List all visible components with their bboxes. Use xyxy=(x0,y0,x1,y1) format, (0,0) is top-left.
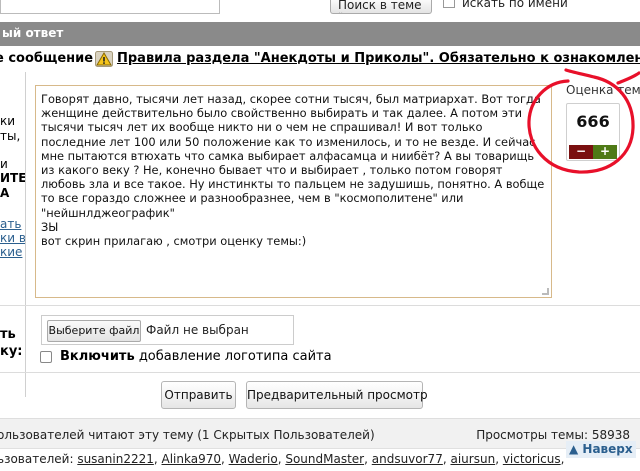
left-link-fragment[interactable]: ать xyxy=(0,217,21,231)
topic-views-text: Просмотры темы: 58938 xyxy=(476,428,630,442)
left-form-labels: ки ты, и ИТЕ А ать ки в кие xyxy=(0,72,25,298)
logo-label-bold: Включить xyxy=(60,349,135,364)
choose-file-button[interactable]: Выберите файл xyxy=(47,320,141,342)
left-fragment: ИТЕ xyxy=(0,171,25,185)
message-last-line: вот скрин прилагаю , смотри оценку темы:… xyxy=(41,234,307,249)
left-fragment: А xyxy=(0,186,10,200)
logo-label-rest: добавление логотипа сайта xyxy=(134,349,332,364)
file-status-text: Файл не выбран xyxy=(146,323,249,337)
user-link[interactable]: andsuvor77 xyxy=(372,452,443,466)
attach-label: ть ку: xyxy=(0,326,23,360)
users-bar: ьзователей: susanin2221, Alinka970, Wade… xyxy=(0,448,640,471)
quick-reply-title: ый ответ xyxy=(2,26,64,40)
attach-label-line: ть xyxy=(0,327,16,342)
left-column-divider xyxy=(25,72,26,397)
attach-label-line: ку: xyxy=(0,344,23,359)
users-prefix: ьзователей: xyxy=(0,452,78,466)
site-logo-checkbox[interactable] xyxy=(40,351,52,363)
message-textarea[interactable]: Говорят давно, тысячи лет назад, скорее … xyxy=(35,85,552,298)
user-link[interactable]: susanin2221 xyxy=(77,452,154,466)
left-link-fragment[interactable]: ки в xyxy=(0,231,25,245)
search-by-name-checkbox[interactable] xyxy=(443,0,455,8)
rules-prefix-text: е сообщение xyxy=(0,51,94,66)
left-fragment: ки xyxy=(0,114,16,128)
search-by-name-label: искать по имени xyxy=(462,0,568,10)
site-logo-label: Включить добавление логотипа сайта xyxy=(60,349,332,364)
file-input: Выберите файл Файл не выбран xyxy=(41,315,294,345)
top-input-field[interactable] xyxy=(0,0,220,14)
section-rules-link[interactable]: Правила раздела "Анекдоты и Приколы". Об… xyxy=(117,51,640,66)
top-search-strip: Поиск в теме » искать по имени xyxy=(0,0,640,22)
users-list: ьзователей: susanin2221, Alinka970, Wade… xyxy=(0,452,564,466)
section-divider xyxy=(0,305,640,306)
message-ps-text: ЗЫ xyxy=(41,219,59,234)
readers-count-text: ользователей читают эту тему (1 Скрытых … xyxy=(0,428,375,442)
preview-button[interactable]: Предварительный просмотр xyxy=(246,381,428,409)
red-highlight-circle xyxy=(527,68,640,174)
quick-reply-header: ый ответ xyxy=(0,22,640,46)
search-in-topic-button[interactable]: Поиск в теме » xyxy=(330,0,432,14)
user-link[interactable]: Alinka970 xyxy=(162,452,221,466)
user-link[interactable]: aiursun xyxy=(450,452,495,466)
warning-icon xyxy=(95,51,113,67)
message-body-text: Говорят давно, тысячи лет назад, скорее … xyxy=(41,92,545,220)
send-button[interactable]: Отправить xyxy=(161,381,236,409)
user-link[interactable]: victoricus xyxy=(503,452,561,466)
readers-bar: ользователей читают эту тему (1 Скрытых … xyxy=(0,418,640,448)
left-fragment: и xyxy=(0,157,8,171)
left-link-fragment[interactable]: кие xyxy=(0,245,22,259)
section-divider xyxy=(0,372,640,373)
left-fragment: ты, xyxy=(0,129,21,143)
back-to-top-link[interactable]: ▲ Наверх xyxy=(566,441,636,458)
user-link[interactable]: Waderio xyxy=(229,452,278,466)
resize-grip-icon[interactable] xyxy=(542,288,549,295)
user-link[interactable]: SoundMaster xyxy=(285,452,364,466)
